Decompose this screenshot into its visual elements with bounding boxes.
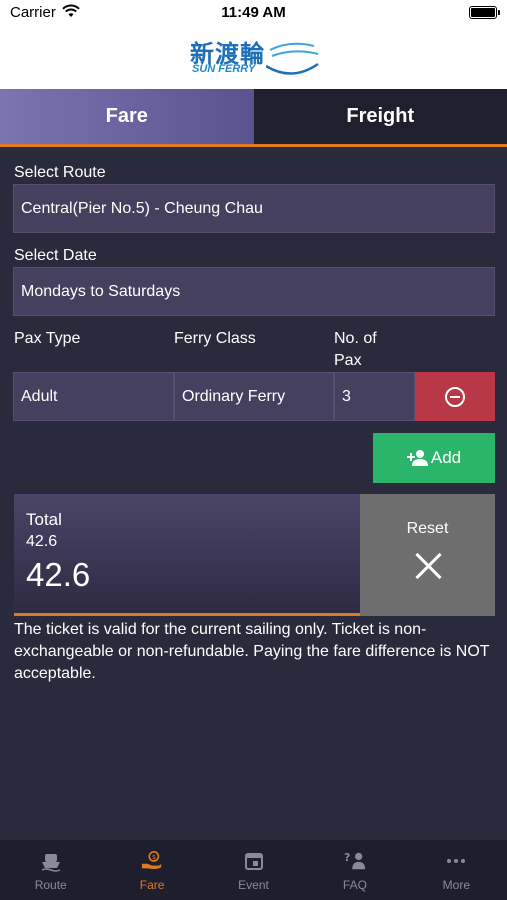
nav-label-more: More [442, 878, 470, 892]
date-select[interactable]: Mondays to Saturdays [13, 267, 495, 316]
ferry-icon [41, 854, 61, 872]
nav-label-faq: FAQ [342, 878, 367, 892]
total-value-large: 42.6 [26, 556, 91, 593]
ship-wave-icon [266, 42, 319, 75]
pax-type-label: Pax Type [14, 330, 81, 347]
nav-item-more[interactable]: More [406, 840, 507, 900]
reset-button[interactable]: Reset [360, 494, 495, 616]
total-label: Total [26, 510, 62, 529]
ferry-class-select[interactable]: Ordinary Ferry [174, 372, 334, 421]
svg-text:?: ? [344, 851, 350, 864]
tab-fare[interactable]: Fare [0, 89, 254, 144]
bottom-tab-bar: Route $ Fare Event ? FAQ More [0, 839, 507, 900]
nav-item-faq[interactable]: ? FAQ [304, 840, 405, 900]
nav-item-fare[interactable]: $ Fare [101, 840, 202, 900]
route-select[interactable]: Central(Pier No.5) - Cheung Chau [13, 184, 495, 233]
sun-ferry-logo: 新渡輪 SUN FERRY [190, 34, 320, 82]
fare-icon: $ [142, 851, 162, 870]
add-button-label: Add [430, 448, 462, 467]
pax-type-select[interactable]: Adult [13, 372, 174, 421]
nav-label-event: Event [238, 878, 269, 892]
add-pax-button[interactable]: Add [373, 433, 495, 483]
nav-label-fare: Fare [139, 878, 165, 892]
svg-text:$: $ [152, 853, 156, 861]
more-icon [447, 859, 466, 863]
tab-freight[interactable]: Freight [253, 89, 507, 144]
nav-item-route[interactable]: Route [0, 840, 101, 900]
status-bar: Carrier 11:49 AM [0, 0, 507, 26]
calendar-icon [244, 853, 263, 870]
total-value-small: 42.6 [26, 533, 58, 550]
faq-icon: ? [344, 851, 366, 870]
ticket-notice-text: The ticket is valid for the current sail… [14, 621, 490, 682]
close-icon [414, 552, 442, 580]
nav-item-event[interactable]: Event [203, 840, 304, 900]
select-date-label: Select Date [14, 247, 97, 264]
header-logo-bar: 新渡輪 SUN FERRY [0, 26, 507, 89]
no-of-pax-label-line1: No. of [334, 330, 377, 347]
no-of-pax-label-line2: Pax [334, 352, 362, 369]
fare-freight-tabs: Fare Freight [0, 89, 507, 147]
remove-pax-button[interactable] [415, 372, 495, 421]
total-display: Total 42.6 42.6 [14, 494, 360, 616]
logo-english-text: SUN FERRY [192, 63, 256, 75]
select-route-label: Select Route [14, 164, 106, 181]
ferry-class-label: Ferry Class [174, 330, 256, 347]
status-time: 11:49 AM [221, 4, 286, 21]
minus-circle-icon [445, 386, 465, 407]
add-person-icon [406, 450, 428, 466]
reset-label: Reset [406, 520, 449, 537]
battery-icon [469, 6, 500, 19]
pax-count-input[interactable]: 3 [334, 372, 415, 421]
nav-label-route: Route [34, 878, 67, 892]
